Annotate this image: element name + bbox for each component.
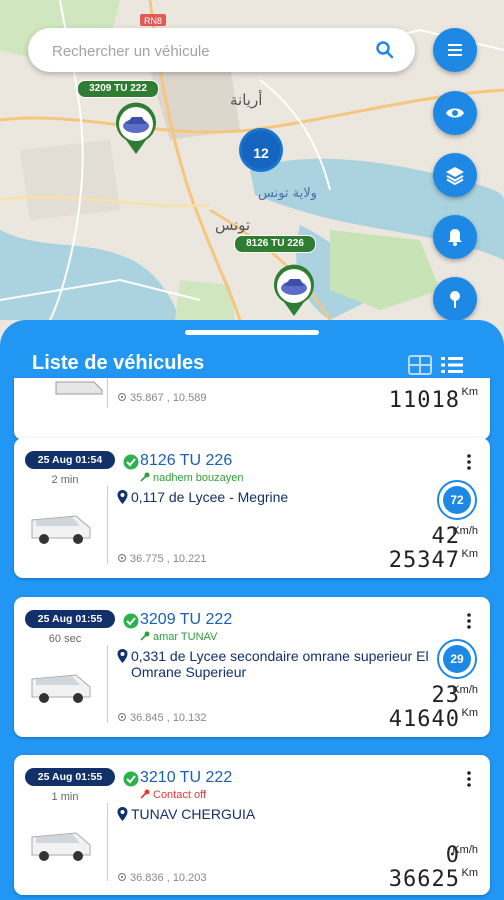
road-label: RN8	[144, 16, 162, 26]
map-view[interactable]: RN8 أريانة تونس ولاية تونس 3209 TU 222 1…	[0, 0, 504, 360]
vehicle-card[interactable]: 25 Aug 01:54 2 min 8126 TU 226 nadhem bo…	[14, 438, 490, 578]
map-label-wilayat: ولاية تونس	[258, 186, 317, 201]
drag-handle[interactable]	[185, 330, 319, 335]
gps-icon	[117, 712, 127, 722]
van-icon	[31, 832, 91, 861]
odometer-unit: Km	[461, 707, 479, 719]
vehicle-card[interactable]: 25 Aug 01:55 60 sec 3209 TU 222 amar TUN…	[14, 597, 490, 737]
car-marker-icon	[274, 264, 314, 316]
van-icon	[31, 674, 91, 703]
car-marker-icon	[116, 102, 156, 154]
coordinates: 36.845 , 10.132	[117, 712, 206, 724]
more-vertical-icon[interactable]	[466, 771, 472, 787]
eye-icon	[446, 108, 464, 118]
panel-title: Liste de véhicules	[32, 352, 205, 374]
search-bar[interactable]	[28, 28, 415, 72]
divider	[107, 378, 108, 408]
coordinates: 35.867 , 10.589	[117, 392, 206, 404]
search-icon[interactable]	[375, 40, 395, 60]
odometer: 41640	[388, 707, 460, 732]
map-label-ariana: أريانة	[230, 90, 262, 109]
layers-button[interactable]	[433, 153, 477, 197]
van-icon	[55, 381, 103, 395]
vehicle-marker[interactable]	[270, 262, 318, 323]
check-circle-icon	[123, 771, 139, 787]
location-pin-icon	[117, 807, 128, 821]
time-ago: 1 min	[51, 791, 79, 803]
cluster-badge[interactable]: 12	[239, 128, 283, 172]
odometer-unit: Km	[461, 548, 479, 560]
date-badge: 25 Aug 01:55	[25, 768, 115, 786]
grid-view-icon[interactable]	[408, 355, 432, 375]
notifications-button[interactable]	[433, 215, 477, 259]
pin-icon	[450, 291, 460, 308]
divider	[107, 803, 108, 881]
location-button[interactable]	[433, 277, 477, 321]
visibility-button[interactable]	[433, 91, 477, 135]
speed-limit-badge: 72	[437, 480, 477, 520]
divider	[107, 486, 108, 564]
vehicle-plate: 8126 TU 226	[140, 452, 233, 469]
more-vertical-icon[interactable]	[466, 613, 472, 629]
vehicle-card[interactable]: 25 Aug 01:55 1 min 3210 TU 222 Contact o…	[14, 755, 490, 895]
more-vertical-icon[interactable]	[466, 454, 472, 470]
bell-icon	[448, 229, 462, 246]
map-label-tunis: تونس	[215, 216, 250, 234]
layers-icon	[446, 167, 464, 185]
check-circle-icon	[123, 613, 139, 629]
date-badge: 25 Aug 01:55	[25, 610, 115, 628]
location-row: TUNAV CHERGUIA	[117, 806, 467, 822]
check-circle-icon	[123, 454, 139, 470]
odometer: 25347	[388, 548, 460, 573]
vehicle-list-panel: Liste de véhicules 35.867 , 10.589 11018…	[0, 320, 504, 900]
vehicle-marker[interactable]	[112, 100, 160, 161]
odometer: 36625	[388, 867, 460, 892]
driver-row: amar TUNAV	[140, 631, 217, 643]
speed-unit: Km/h	[452, 844, 478, 856]
map-marker-plate[interactable]: 3209 TU 222	[77, 80, 159, 98]
key-icon	[140, 789, 150, 799]
location-row: 0,331 de Lycee secondaire omrane superie…	[117, 648, 437, 680]
contact-status: Contact off	[140, 789, 206, 801]
location-pin-icon	[117, 649, 128, 663]
vehicle-card-partial[interactable]: 35.867 , 10.589 11018 Km	[14, 378, 490, 440]
van-icon	[31, 515, 91, 544]
map-marker-plate[interactable]: 8126 TU 226	[234, 235, 316, 253]
speed-unit: Km/h	[452, 525, 478, 537]
gps-icon	[117, 872, 127, 882]
vehicle-plate: 3210 TU 222	[140, 769, 233, 786]
driver-row: nadhem bouzayen	[140, 472, 244, 484]
key-icon	[140, 472, 150, 482]
speed-unit: Km/h	[452, 684, 478, 696]
vehicle-plate: 3209 TU 222	[140, 611, 233, 628]
odometer-unit: Km	[461, 867, 479, 879]
key-icon	[140, 631, 150, 641]
date-badge: 25 Aug 01:54	[25, 451, 115, 469]
gps-icon	[117, 392, 127, 402]
odometer: 11018	[388, 388, 460, 413]
divider	[107, 645, 108, 723]
location-row: 0,117 de Lycee - Megrine	[117, 489, 467, 505]
location-pin-icon	[117, 490, 128, 504]
search-input[interactable]	[50, 38, 374, 64]
odometer-unit: Km	[461, 386, 479, 398]
coordinates: 36.836 , 10.203	[117, 872, 206, 884]
gps-icon	[117, 553, 127, 563]
time-ago: 60 sec	[48, 633, 82, 645]
coordinates: 36.775 , 10.221	[117, 553, 206, 565]
list-view-icon[interactable]	[440, 355, 464, 375]
time-ago: 2 min	[51, 474, 79, 486]
speed-limit-badge: 29	[437, 639, 477, 679]
menu-icon	[448, 44, 462, 56]
menu-button[interactable]	[433, 28, 477, 72]
